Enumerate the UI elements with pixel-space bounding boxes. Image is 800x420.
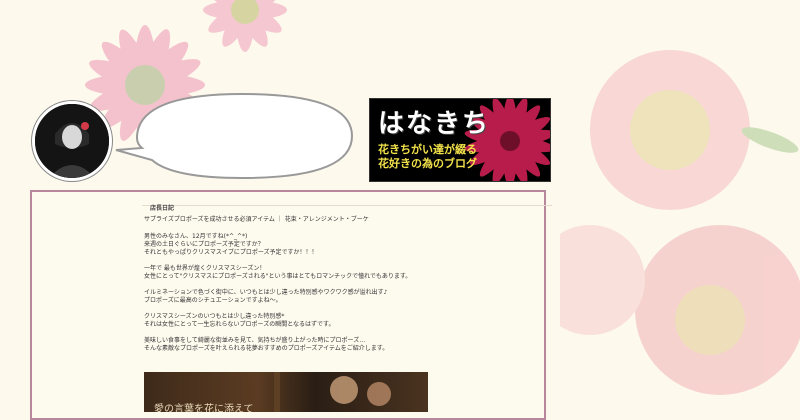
flower-decoration-right: [560, 50, 800, 395]
banner-title: はなきち: [378, 109, 491, 139]
article-title[interactable]: サプライズプロポーズを成功させる必須アイテム ｜ 花束・アレンジメント・ブーケ: [144, 216, 534, 224]
avatar[interactable]: [32, 101, 112, 181]
blog-category-label: 店長日記: [150, 205, 175, 212]
blog-content-panel: 店長日記 サプライズプロポーズを成功させる必須アイテム ｜ 花束・アレンジメント…: [30, 190, 552, 420]
person-photo-icon: [35, 104, 109, 178]
article-paragraph: 一年で 最も世界が煌くクリスマスシーズン！ 女性にとって"クリスマスにプロポーズ…: [144, 265, 412, 280]
blog-header: 店長日記: [142, 195, 552, 212]
banner-subtitle: 花きちがい達が綴る 花好きの為のブログ: [378, 143, 477, 170]
image-caption: 愛の言葉を花に添えて: [154, 404, 254, 412]
article-paragraph: 美味しい食事をして綺麗な街並みを見て、気持ちが盛り上がった時にプロポーズ… そん…: [144, 337, 389, 352]
site-banner[interactable]: はなきち 花きちがい達が綴る 花好きの為のブログ: [369, 98, 551, 182]
article-paragraph: クリスマスシーズンのいつもとは少し違った特別感* それは女性にとって一生忘れらな…: [144, 313, 335, 328]
article-paragraph: イルミネーションで色づく街中に、いつもとは少し違った特別感やワクワク感が溢れ出す…: [144, 289, 388, 304]
article-image[interactable]: 愛の言葉を花に添えて: [144, 372, 428, 412]
speech-bubble: [115, 92, 354, 180]
blog-article: サプライズプロポーズを成功させる必須アイテム ｜ 花束・アレンジメント・ブーケ …: [144, 216, 534, 361]
article-paragraph: 男性のみなさん、12月ですね(*^_^*) 来週の土日ぐらいにプロポーズ予定です…: [144, 233, 318, 256]
